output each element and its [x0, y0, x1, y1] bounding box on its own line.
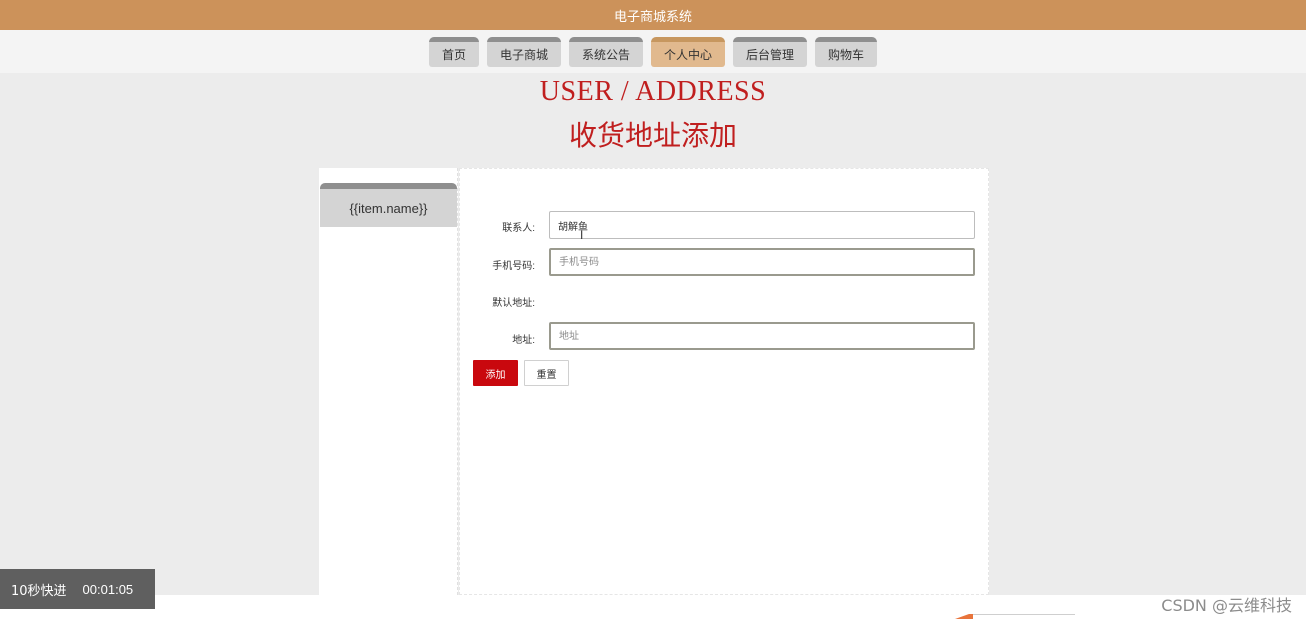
nav-announcements[interactable]: 系统公告: [568, 37, 643, 67]
system-title-bar: 电子商城系统: [0, 0, 1306, 30]
sidebar: {{item.name}}: [319, 168, 458, 595]
address-form-panel: 联系人: I 手机号码: 默认地址: 地址: 添加 重置: [459, 168, 989, 595]
csdn-watermark: CSDN @云维科技: [1161, 596, 1292, 615]
address-input[interactable]: [549, 322, 975, 350]
main-nav: 首页 电子商城 系统公告 个人中心 后台管理 购物车: [0, 30, 1306, 73]
reset-button[interactable]: 重置: [524, 360, 569, 386]
playback-time: 00:01:05: [82, 581, 134, 597]
phone-input[interactable]: [549, 248, 975, 276]
nav-admin[interactable]: 后台管理: [733, 37, 808, 67]
default-address-label: 默认地址:: [492, 298, 535, 309]
contact-label: 联系人:: [502, 223, 535, 234]
add-button[interactable]: 添加: [473, 360, 518, 386]
video-fastforward-overlay: 10秒快进 00:01:05: [0, 569, 155, 609]
fastforward-label: 10秒快进: [11, 583, 67, 599]
page-title-en: USER / ADDRESS: [539, 76, 767, 107]
nav-personal-center[interactable]: 个人中心: [651, 37, 726, 67]
text-cursor-icon: I: [580, 228, 584, 242]
system-title: 电子商城系统: [613, 8, 692, 24]
nav-mall[interactable]: 电子商城: [486, 37, 561, 67]
nav-home[interactable]: 首页: [428, 37, 479, 67]
sidebar-item[interactable]: {{item.name}}: [320, 183, 457, 227]
phone-label: 手机号码:: [492, 261, 535, 272]
footer-decoration: [955, 614, 1075, 619]
footer-strip: [0, 595, 1306, 619]
page-title-cn: 收货地址添加: [568, 119, 737, 152]
contact-input[interactable]: [549, 211, 975, 239]
nav-cart[interactable]: 购物车: [815, 37, 878, 67]
address-label: 地址:: [512, 335, 535, 346]
